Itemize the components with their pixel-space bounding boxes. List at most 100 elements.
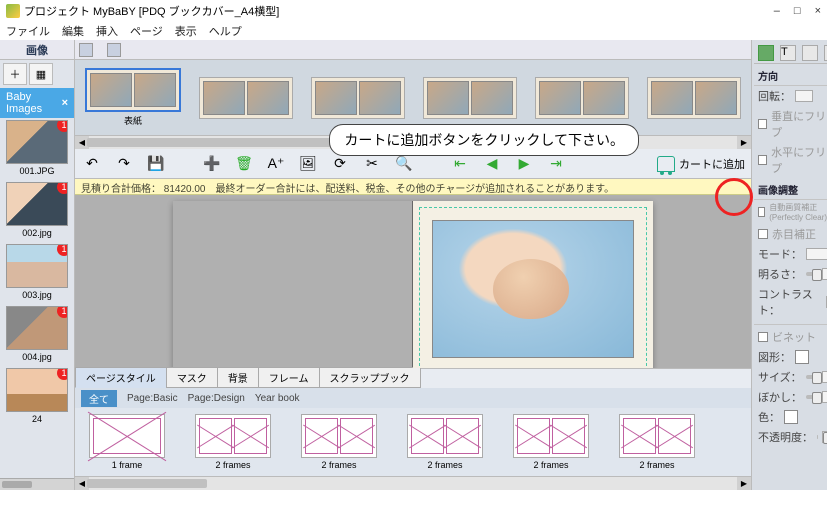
opacity-label: 不透明度： — [758, 429, 813, 445]
color-label: 色： — [758, 409, 780, 425]
layout-label: 2 frames — [321, 460, 356, 470]
filter-design[interactable]: Page:Design — [188, 393, 245, 404]
tool-icon[interactable] — [107, 43, 121, 57]
text-panel-icon[interactable]: T — [780, 45, 796, 61]
save-button[interactable]: 💾 — [145, 153, 167, 175]
layout-label: 1 frame — [112, 460, 143, 470]
album-tab[interactable]: Baby Images × — [0, 88, 74, 118]
vignette-label: ビネット — [772, 329, 816, 345]
filter-all[interactable]: 全て — [81, 390, 117, 407]
panel-icon[interactable] — [802, 45, 818, 61]
flip-v-checkbox[interactable] — [758, 119, 767, 129]
filter-yearbook[interactable]: Year book — [255, 393, 300, 404]
undo-button[interactable]: ↶ — [81, 153, 103, 175]
section-image-adjust: 画像調整 — [754, 178, 827, 200]
image-label: 002.jpg — [6, 228, 68, 238]
page-right[interactable] — [413, 201, 653, 368]
layout-item[interactable]: 2 frames — [619, 414, 695, 470]
layout-item[interactable]: 2 frames — [407, 414, 483, 470]
menu-view[interactable]: 表示 — [175, 23, 197, 39]
rotate-value[interactable] — [795, 90, 813, 102]
page-left[interactable] — [173, 201, 413, 368]
minimize-button[interactable]: – — [774, 5, 780, 17]
mode-label: モード： — [758, 246, 802, 262]
spread-label: 表紙 — [124, 114, 142, 127]
tool-icon[interactable] — [79, 43, 93, 57]
canvas[interactable] — [75, 195, 751, 368]
layout-label: 2 frames — [427, 460, 462, 470]
blur-value[interactable] — [822, 391, 827, 403]
menu-help[interactable]: ヘルプ — [209, 23, 242, 39]
tab-mask[interactable]: マスク — [166, 367, 218, 388]
text-tool-button[interactable]: A⁺ — [265, 153, 287, 175]
app-icon — [6, 4, 20, 18]
menu-insert[interactable]: 挿入 — [96, 23, 118, 39]
layout-label: 2 frames — [533, 460, 568, 470]
tab-scrapbook[interactable]: スクラップブック — [319, 367, 421, 388]
menu-file[interactable]: ファイル — [6, 23, 50, 39]
auto-label: 自動画質補正 (Perfectly Clear) — [769, 202, 827, 222]
layout-item[interactable]: 1 frame — [89, 414, 165, 470]
tab-background[interactable]: 背景 — [217, 367, 259, 388]
image-item[interactable]: 124 — [6, 368, 68, 424]
photo[interactable] — [432, 220, 634, 358]
shape-label: 図形： — [758, 349, 791, 365]
mode-select[interactable] — [806, 248, 827, 260]
menu-page[interactable]: ページ — [130, 23, 163, 39]
layout-item[interactable]: 2 frames — [195, 414, 271, 470]
image-view-button[interactable]: ▦ — [29, 63, 53, 85]
tab-page-style[interactable]: ページスタイル — [75, 367, 167, 388]
vignette-checkbox[interactable] — [758, 332, 768, 342]
maximize-button[interactable]: □ — [794, 5, 801, 17]
tab-frame[interactable]: フレーム — [258, 367, 320, 388]
usage-badge: 1 — [57, 306, 68, 318]
image-list-scrollbar[interactable] — [0, 478, 74, 490]
redeye-label: 赤目補正 — [772, 226, 816, 242]
filter-basic[interactable]: Page:Basic — [127, 393, 178, 404]
usage-badge: 1 — [57, 244, 68, 256]
contrast-label: コントラスト： — [758, 286, 818, 318]
image-item[interactable]: 1001.JPG — [6, 120, 68, 176]
flip-h-checkbox[interactable] — [758, 155, 767, 165]
usage-badge: 1 — [57, 368, 68, 380]
section-orientation: 方向 — [754, 64, 827, 86]
menu-edit[interactable]: 編集 — [62, 23, 84, 39]
opacity-slider[interactable] — [817, 435, 818, 439]
close-album-icon[interactable]: × — [62, 97, 68, 109]
images-section-label: 画像 — [26, 42, 48, 58]
image-label: 001.JPG — [6, 166, 68, 176]
blur-label: ぼかし： — [758, 389, 802, 405]
image-tool-button[interactable]: 🖼 — [297, 153, 319, 175]
page-spread[interactable] — [173, 201, 653, 368]
size-slider[interactable] — [806, 375, 818, 379]
brightness-slider[interactable] — [806, 272, 818, 276]
brightness-value[interactable] — [822, 268, 827, 280]
color-swatch[interactable] — [784, 410, 798, 424]
redeye-checkbox[interactable] — [758, 229, 768, 239]
delete-page-button[interactable]: 🗑 — [233, 153, 255, 175]
cart-icon[interactable] — [657, 156, 675, 172]
add-page-button[interactable]: ➕ — [201, 153, 223, 175]
shape-swatch[interactable] — [795, 350, 809, 364]
add-to-cart-button[interactable]: カートに追加 — [679, 156, 745, 172]
size-value[interactable] — [822, 371, 827, 383]
close-button[interactable]: × — [815, 5, 821, 17]
price-bar: 見積り合計価格： 81420.00 最終オーダー合計には、配送料、税金、その他の… — [75, 179, 751, 195]
auto-checkbox[interactable] — [758, 207, 765, 217]
image-label: 004.jpg — [6, 352, 68, 362]
redo-button[interactable]: ↷ — [113, 153, 135, 175]
image-item[interactable]: 1 004.jpg — [6, 306, 68, 362]
image-item[interactable]: 1002.jpg — [6, 182, 68, 238]
layout-scrollbar[interactable]: ◀▶ — [75, 476, 751, 490]
window-title: プロジェクト MyBaBY [PDQ ブックカバー_A4横型] — [24, 3, 279, 19]
annotation-callout: カートに追加ボタンをクリックして下さい。 — [329, 124, 639, 156]
add-image-button[interactable]: ＋ — [3, 63, 27, 85]
layout-item[interactable]: 2 frames — [301, 414, 377, 470]
layout-item[interactable]: 2 frames — [513, 414, 589, 470]
image-item[interactable]: 1003.jpg — [6, 244, 68, 300]
home-icon[interactable] — [758, 45, 774, 61]
blur-slider[interactable] — [806, 395, 818, 399]
brightness-label: 明るさ： — [758, 266, 802, 282]
photo-frame[interactable] — [419, 207, 647, 368]
layout-label: 2 frames — [215, 460, 250, 470]
